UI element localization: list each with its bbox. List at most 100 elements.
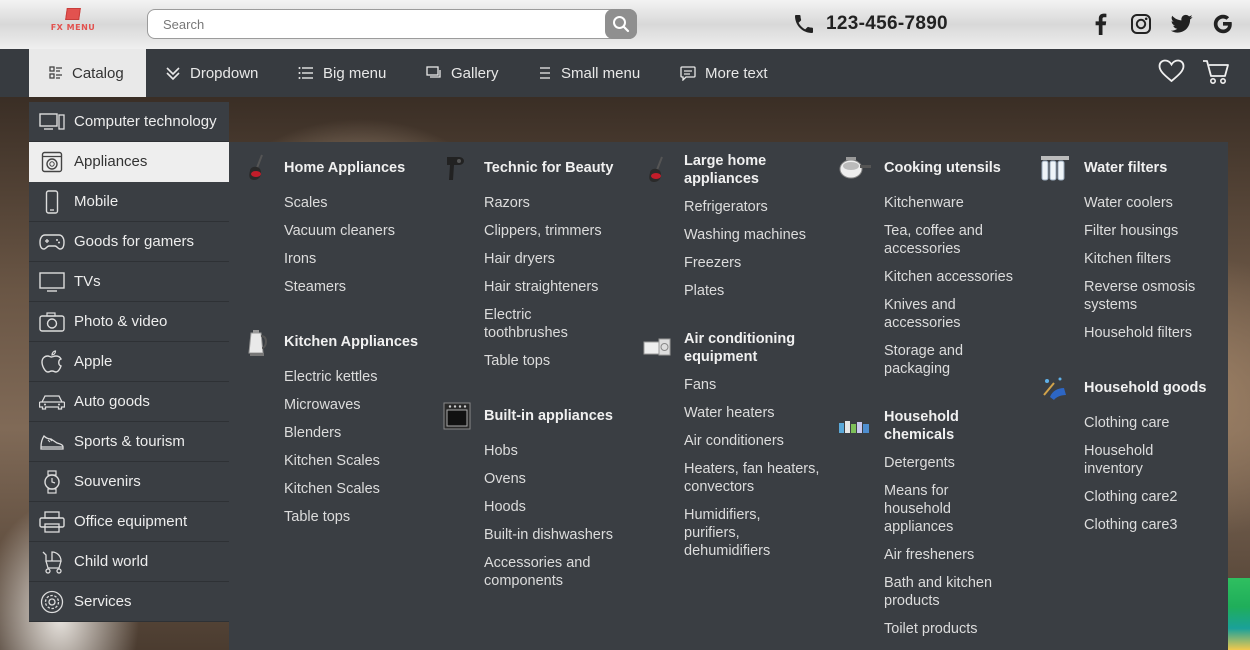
phone-contact[interactable]: 123-456-7890 [792, 11, 948, 37]
menu-link[interactable]: Water heaters [684, 404, 824, 422]
menu-link[interactable]: Kitchenware [884, 194, 1013, 212]
menu-link[interactable]: Clothing care [1084, 414, 1184, 432]
group-home-appliances[interactable]: Home Appliances [242, 152, 405, 184]
menu-link[interactable]: Tea, coffee and accessories [884, 222, 1004, 258]
menu-link[interactable]: Razors [484, 194, 604, 212]
nav-item-small-menu[interactable]: Small menu [538, 49, 640, 97]
catalog-item-sports-tourism[interactable]: Sports & tourism [29, 422, 229, 462]
catalog-item-label: Office equipment [74, 513, 188, 530]
nav-item-catalog[interactable]: Catalog [29, 49, 146, 97]
group-title: Household chemicals [884, 409, 959, 443]
catalog-item-computer-technology[interactable]: Computer technology [29, 102, 229, 142]
menu-link[interactable]: Knives and accessories [884, 296, 994, 332]
group-technic-for-beauty[interactable]: Technic for Beauty [442, 152, 613, 184]
catalog-item-photo-video[interactable]: Photo & video [29, 302, 229, 342]
logo[interactable]: FX MENU [50, 8, 96, 40]
group-household-chemicals[interactable]: Household chemicals [838, 408, 994, 444]
menu-link[interactable]: Table tops [484, 352, 604, 370]
catalog-item-souvenirs[interactable]: Souvenirs [29, 462, 229, 502]
list-icon [298, 67, 313, 79]
catalog-item-goods-for-gamers[interactable]: Goods for gamers [29, 222, 229, 262]
menu-link[interactable]: Household filters [1084, 324, 1209, 342]
menu-link[interactable]: Washing machines [684, 226, 806, 244]
menu-link[interactable]: Clothing care2 [1084, 488, 1184, 506]
menu-link[interactable]: Electric kettles [284, 368, 380, 386]
group-air-conditioning[interactable]: Air conditioning equipment [642, 330, 804, 366]
menu-lines-icon [540, 67, 550, 79]
catalog-item-tvs[interactable]: TVs [29, 262, 229, 302]
menu-link[interactable]: Water coolers [1084, 194, 1209, 212]
menu-link[interactable]: Kitchen Scales [284, 480, 380, 498]
nav-item-dropdown[interactable]: Dropdown [165, 49, 258, 97]
links-household-chemicals: Detergents Means for household appliance… [884, 454, 1014, 648]
google-icon[interactable] [1211, 12, 1235, 36]
links-large-home-appliances: Refrigerators Washing machines Freezers … [684, 198, 806, 310]
menu-link[interactable]: Means for household appliances [884, 482, 994, 536]
menu-link[interactable]: Kitchen filters [1084, 250, 1209, 268]
menu-link[interactable]: Plates [684, 282, 806, 300]
phone-icon [795, 15, 813, 33]
facebook-icon[interactable] [1088, 12, 1112, 36]
group-built-in-appliances[interactable]: Built-in appliances [442, 400, 613, 432]
menu-link[interactable]: Hair straighteners [484, 278, 604, 296]
menu-link[interactable]: Air conditioners [684, 432, 824, 450]
menu-link[interactable]: Accessories and components [484, 554, 634, 590]
search-input[interactable] [148, 10, 588, 38]
twitter-icon[interactable] [1170, 12, 1194, 36]
catalog-item-office-equipment[interactable]: Office equipment [29, 502, 229, 542]
menu-link[interactable]: Ovens [484, 470, 634, 488]
nav-item-more-text[interactable]: More text [680, 49, 768, 97]
menu-link[interactable]: Table tops [284, 508, 380, 526]
group-kitchen-appliances[interactable]: Kitchen Appliances [242, 326, 418, 358]
menu-link[interactable]: Toilet products [884, 620, 1014, 638]
menu-link[interactable]: Kitchen accessories [884, 268, 1013, 286]
group-large-home-appliances[interactable]: Large home appliances [642, 152, 794, 188]
menu-link[interactable]: Household inventory [1084, 442, 1184, 478]
menu-link[interactable]: Clothing care3 [1084, 516, 1184, 534]
catalog-item-services[interactable]: Services [29, 582, 229, 622]
apple-icon [38, 349, 65, 374]
menu-link[interactable]: Hoods [484, 498, 634, 516]
menu-link[interactable]: Vacuum cleaners [284, 222, 395, 240]
menu-link[interactable]: Storage and packaging [884, 342, 994, 378]
menu-link[interactable]: Microwaves [284, 396, 380, 414]
search-button[interactable] [605, 9, 637, 39]
menu-link[interactable]: Bath and kitchen products [884, 574, 1014, 610]
group-water-filters[interactable]: Water filters [1038, 152, 1167, 184]
wishlist-button[interactable] [1158, 59, 1185, 83]
menu-link[interactable]: Hair dryers [484, 250, 604, 268]
cart-button[interactable] [1202, 59, 1230, 85]
instagram-icon[interactable] [1129, 12, 1153, 36]
menu-link[interactable]: Hobs [484, 442, 634, 460]
nav-item-big-menu[interactable]: Big menu [298, 49, 386, 97]
links-home-appliances: Scales Vacuum cleaners Irons Steamers [284, 194, 395, 306]
menu-link[interactable]: Clippers, trimmers [484, 222, 604, 240]
menu-link[interactable]: Steamers [284, 278, 395, 296]
catalog-item-appliances[interactable]: Appliances [29, 142, 229, 182]
menu-link[interactable]: Detergents [884, 454, 1014, 472]
gamepad-icon [38, 230, 65, 254]
nav-item-gallery[interactable]: Gallery [426, 49, 499, 97]
menu-link[interactable]: Kitchen Scales [284, 452, 380, 470]
menu-link[interactable]: Heaters, fan heaters, convectors [684, 460, 824, 496]
menu-link[interactable]: Electric toothbrushes [484, 306, 604, 342]
catalog-item-mobile[interactable]: Mobile [29, 182, 229, 222]
menu-link[interactable]: Irons [284, 250, 395, 268]
group-cooking-utensils[interactable]: Cooking utensils [838, 152, 1001, 184]
menu-link[interactable]: Fans [684, 376, 824, 394]
menu-link[interactable]: Scales [284, 194, 395, 212]
menu-link[interactable]: Built-in dishwashers [484, 526, 634, 544]
printer-icon [38, 510, 65, 534]
menu-link[interactable]: Blenders [284, 424, 380, 442]
catalog-item-auto-goods[interactable]: Auto goods [29, 382, 229, 422]
top-bar: FX MENU 123-456-7890 [0, 0, 1250, 49]
catalog-item-apple[interactable]: Apple [29, 342, 229, 382]
menu-link[interactable]: Humidifiers, purifiers, dehumidifiers [684, 506, 804, 560]
menu-link[interactable]: Freezers [684, 254, 806, 272]
menu-link[interactable]: Reverse osmosis systems [1084, 278, 1209, 314]
catalog-item-child-world[interactable]: Child world [29, 542, 229, 582]
menu-link[interactable]: Refrigerators [684, 198, 806, 216]
menu-link[interactable]: Filter housings [1084, 222, 1209, 240]
group-household-goods[interactable]: Household goods [1038, 372, 1206, 404]
menu-link[interactable]: Air fresheners [884, 546, 1014, 564]
